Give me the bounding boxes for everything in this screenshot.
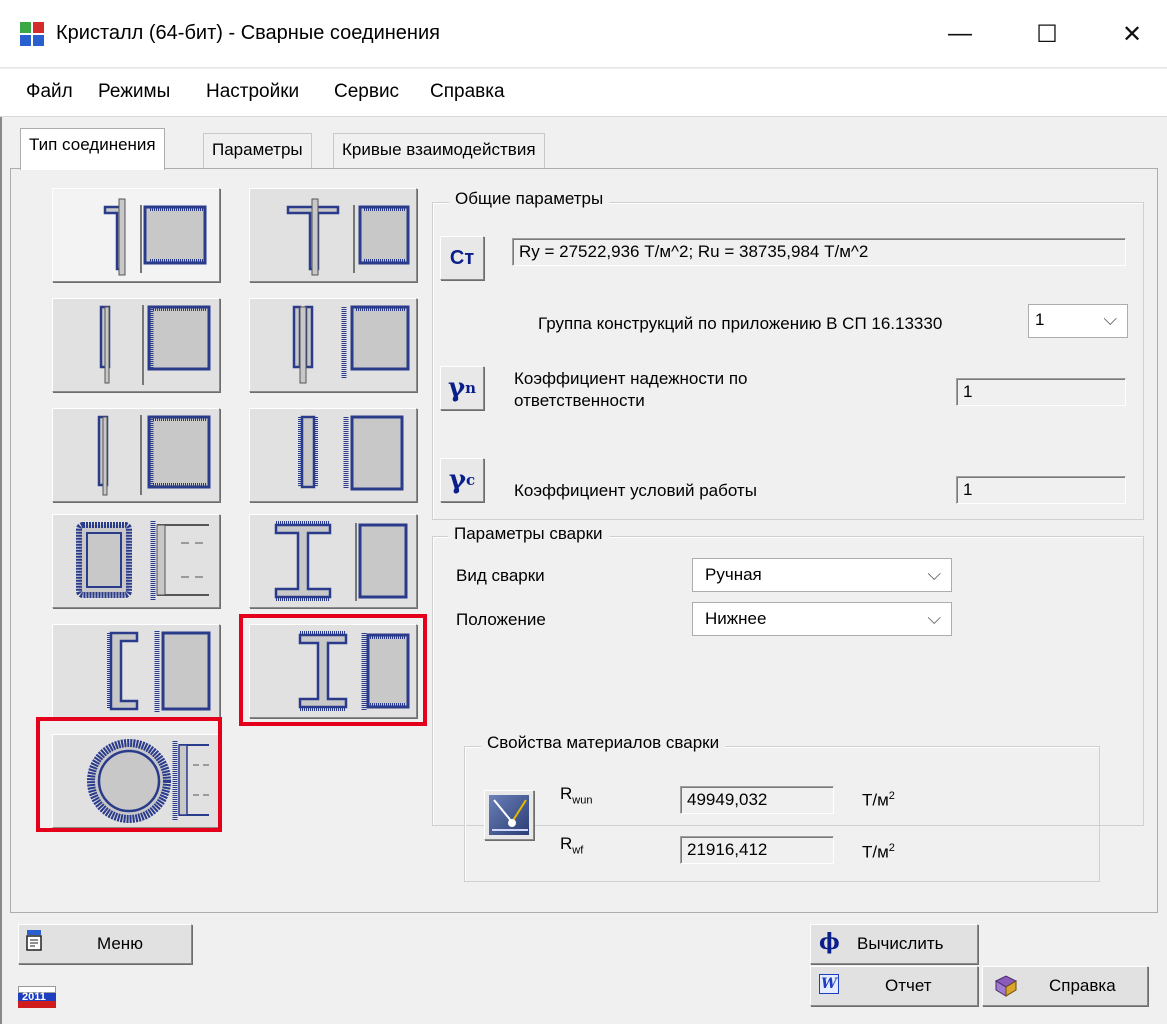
help-button-label: Справка <box>1049 976 1116 995</box>
year-badge: 2011 <box>18 986 56 1008</box>
general-parameters-title: Общие параметры <box>449 189 610 209</box>
close-button[interactable]: ✕ <box>1097 0 1167 68</box>
welding-arc-icon <box>489 795 529 835</box>
rwun-label: Rwun <box>560 784 592 806</box>
rwf-r: R <box>560 834 573 853</box>
menu-service[interactable]: Сервис <box>334 81 399 103</box>
word-icon: W <box>819 974 839 994</box>
angle-plate-icon <box>103 198 207 276</box>
menu-file[interactable]: Файл <box>26 81 73 103</box>
joint-flat-single-side-button[interactable] <box>52 298 220 392</box>
joint-i-beam-flange-weld-button[interactable] <box>249 514 417 608</box>
steel-button-label: Ст <box>449 246 475 269</box>
joint-channel-button[interactable] <box>52 624 220 718</box>
title-bar: Кристалл (64-бит) - Сварные соединения —… <box>0 0 1167 68</box>
weld-position-value: Нижнее <box>705 609 767 628</box>
help-button[interactable]: Справка <box>982 966 1148 1006</box>
tab-interaction-curves[interactable]: Кривые взаимодействия <box>333 133 545 169</box>
menu-button[interactable]: Меню <box>18 924 192 964</box>
app-icon <box>20 22 44 46</box>
rwf-unit-sup: 2 <box>888 842 895 854</box>
flat-double-side-icon <box>292 305 410 384</box>
report-button-label: Отчет <box>885 976 932 995</box>
rwf-label: Rwf <box>560 834 583 856</box>
joint-flat-single-welded-button[interactable] <box>52 408 220 502</box>
group-construction-label: Группа конструкций по приложению В СП 16… <box>538 314 943 333</box>
menu-help[interactable]: Справка <box>430 81 505 103</box>
rwf-unit-text: Т/м <box>862 842 889 862</box>
two-flats-side-icon <box>298 415 404 491</box>
rwun-unit: Т/м2 <box>862 790 895 811</box>
joint-angle-to-plate-button[interactable] <box>52 188 220 282</box>
book-icon <box>994 975 1018 997</box>
gamma-c-field: 1 <box>956 476 1126 504</box>
minimize-button[interactable]: — <box>925 0 995 68</box>
gamma-c-symbol: γ <box>448 465 467 495</box>
group-construction-value: 1 <box>1035 310 1045 329</box>
chevron-down-icon: ⌵ <box>927 564 941 584</box>
weld-type-value: Ручная <box>705 565 762 584</box>
weld-position-label: Положение <box>456 610 546 629</box>
gamma-n-button[interactable]: γn <box>440 366 484 410</box>
flat-single-side-icon <box>99 305 211 385</box>
gamma-c-label: Коэффициент условий работы <box>514 481 757 500</box>
gamma-n-subscript: n <box>465 379 477 397</box>
i-beam-flange-weld-icon <box>274 521 408 601</box>
chevron-down-icon: ⌵ <box>927 608 941 628</box>
tee-plate-icon <box>286 198 410 276</box>
highlight-i-beam-full-weld <box>239 614 427 726</box>
calculate-button[interactable]: ϕ Вычислить <box>810 924 978 964</box>
window-title: Кристалл (64-бит) - Сварные соединения <box>56 22 440 44</box>
rwun-field: 49949,032 <box>680 786 834 814</box>
channel-icon <box>107 631 211 713</box>
rwf-unit: Т/м2 <box>862 842 895 863</box>
report-button[interactable]: W Отчет <box>810 966 978 1006</box>
chevron-down-icon: ⌵ <box>1103 309 1117 329</box>
gamma-n-field: 1 <box>956 378 1126 406</box>
joint-tee-to-plate-button[interactable] <box>249 188 417 282</box>
rwf-subscript: wf <box>572 844 584 857</box>
rwf-field: 21916,412 <box>680 836 834 864</box>
rwun-unit-text: Т/м <box>862 790 889 810</box>
joint-flat-double-side-button[interactable] <box>249 298 417 392</box>
gamma-n-label: Коэффициент надежности по ответственност… <box>514 369 748 410</box>
rectangular-tube-icon <box>76 521 209 601</box>
year-text: 2011 <box>22 991 46 1003</box>
menu-modes[interactable]: Режимы <box>98 81 170 103</box>
flat-single-welded-icon <box>97 415 211 496</box>
phi-icon: ϕ <box>819 929 840 955</box>
gamma-n-symbol: γ <box>447 373 466 403</box>
steel-strength-field: Ry = 27522,936 Т/м^2; Ru = 38735,984 Т/м… <box>512 238 1126 266</box>
menu-bar: Файл Режимы Настройки Сервис Справка <box>0 69 1167 117</box>
calculate-button-label: Вычислить <box>857 934 944 953</box>
rwun-r: R <box>560 784 573 803</box>
menu-icon <box>26 930 42 951</box>
tab-parameters[interactable]: Параметры <box>203 133 312 169</box>
welding-material-button[interactable] <box>484 790 534 840</box>
weld-type-label: Вид сварки <box>456 566 545 585</box>
maximize-button[interactable]: ☐ <box>1012 0 1082 68</box>
material-properties-title: Свойства материалов сварки <box>481 733 726 753</box>
weld-position-select[interactable]: Нижнее ⌵ <box>692 602 952 636</box>
group-construction-select[interactable]: 1 ⌵ <box>1028 304 1128 338</box>
rwun-subscript: wun <box>572 794 593 807</box>
tab-joint-type[interactable]: Тип соединения <box>20 128 165 170</box>
rwun-unit-sup: 2 <box>888 790 895 802</box>
menu-settings[interactable]: Настройки <box>206 81 299 103</box>
steel-button[interactable]: Ст <box>440 236 484 280</box>
joint-two-flats-side-button[interactable] <box>249 408 417 502</box>
weld-type-select[interactable]: Ручная ⌵ <box>692 558 952 592</box>
joint-rectangular-tube-button[interactable] <box>52 514 220 608</box>
menu-button-label: Меню <box>97 934 143 953</box>
highlight-round-tube <box>36 717 222 832</box>
gamma-c-subscript: c <box>466 471 476 489</box>
gamma-c-button[interactable]: γc <box>440 458 484 502</box>
weld-parameters-title: Параметры сварки <box>448 524 609 544</box>
